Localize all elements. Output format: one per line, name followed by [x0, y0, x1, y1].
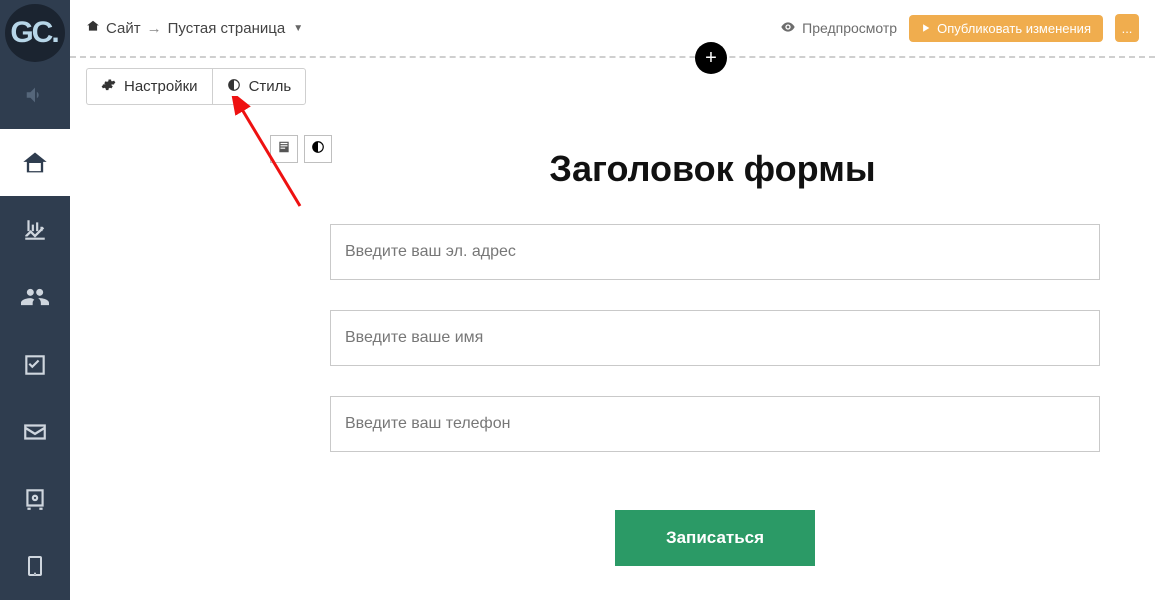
chevron-down-icon: ▼: [293, 23, 303, 34]
breadcrumb-separator: →: [147, 20, 162, 37]
submit-button[interactable]: Записаться: [615, 510, 815, 566]
eye-icon: [780, 19, 796, 38]
logo-text: GC: [10, 16, 51, 50]
preview-link[interactable]: Предпросмотр: [780, 19, 897, 38]
sidebar-item-mail[interactable]: [0, 398, 70, 465]
publish-button[interactable]: Опубликовать изменения: [909, 15, 1103, 42]
gear-icon: [101, 77, 116, 96]
style-label: Стиль: [249, 78, 292, 95]
form-style-button[interactable]: [304, 135, 332, 163]
sidebar: GC.: [0, 0, 70, 600]
logo[interactable]: GC.: [5, 4, 65, 62]
section-divider: +: [70, 56, 1155, 58]
settings-label: Настройки: [124, 78, 198, 95]
section-toolbar: Настройки Стиль: [70, 58, 1155, 105]
publish-label: Опубликовать изменения: [937, 21, 1091, 36]
sidebar-item-home[interactable]: [0, 129, 70, 196]
preview-label: Предпросмотр: [802, 20, 897, 36]
form-icon: [277, 140, 291, 159]
sidebar-item-tasks[interactable]: [0, 331, 70, 398]
style-button[interactable]: Стиль: [212, 68, 307, 105]
breadcrumb-site: Сайт: [106, 20, 141, 37]
contrast-icon: [227, 78, 241, 96]
main: Сайт → Пустая страница ▼ Предпросмотр Оп…: [70, 0, 1155, 600]
form-fields: Введите ваш эл. адрес Введите ваше имя В…: [330, 224, 1100, 566]
home-icon: [86, 19, 100, 37]
play-icon: [921, 21, 931, 36]
sidebar-item-mobile[interactable]: [0, 533, 70, 600]
name-field[interactable]: Введите ваше имя: [330, 310, 1100, 366]
form-block: Заголовок формы Введите ваш эл. адрес Вв…: [70, 135, 1155, 566]
email-field[interactable]: Введите ваш эл. адрес: [330, 224, 1100, 280]
sidebar-item-safe[interactable]: [0, 465, 70, 532]
settings-button[interactable]: Настройки: [86, 68, 212, 105]
sidebar-item-analytics[interactable]: [0, 196, 70, 263]
form-title[interactable]: Заголовок формы: [310, 148, 1115, 190]
topbar-right: Предпросмотр Опубликовать изменения ...: [780, 14, 1139, 42]
form-settings-button[interactable]: [270, 135, 298, 163]
logo-dot: .: [51, 16, 59, 50]
phone-field[interactable]: Введите ваш телефон: [330, 396, 1100, 452]
plus-icon: +: [705, 47, 717, 70]
breadcrumb-page: Пустая страница: [168, 20, 286, 37]
add-section-button[interactable]: +: [695, 42, 727, 74]
sidebar-item-sound[interactable]: [0, 62, 70, 129]
topbar: Сайт → Пустая страница ▼ Предпросмотр Оп…: [70, 0, 1155, 56]
sidebar-item-users[interactable]: [0, 264, 70, 331]
publish-more-button[interactable]: ...: [1115, 14, 1139, 42]
breadcrumb[interactable]: Сайт → Пустая страница ▼: [86, 19, 303, 37]
contrast-icon: [311, 140, 325, 159]
